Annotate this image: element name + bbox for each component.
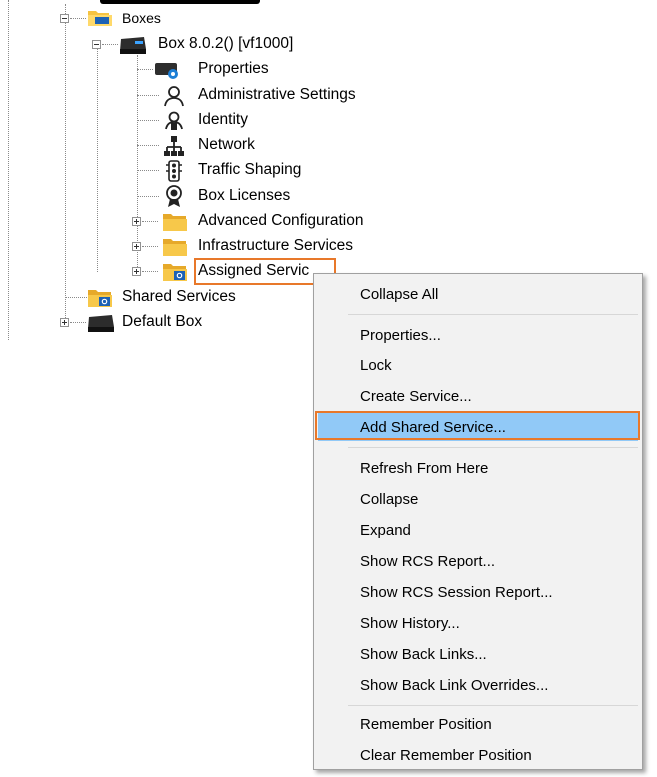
traffic-light-icon <box>165 160 183 182</box>
tree-node-label: Administrative Settings <box>198 86 356 103</box>
tree-guide-line <box>8 0 9 340</box>
tree-node-label: Infrastructure Services <box>198 237 354 254</box>
box-icon <box>118 35 148 55</box>
box-icon <box>86 313 116 333</box>
menu-item-properties[interactable]: Properties... <box>318 321 638 349</box>
tree-connector <box>97 40 98 272</box>
tree-node-label: Boxes <box>122 10 161 26</box>
tree-connector <box>137 170 159 171</box>
expand-toggle[interactable] <box>132 267 141 276</box>
collapse-toggle[interactable] <box>92 40 101 49</box>
tree-node-label: Properties <box>198 60 269 77</box>
tree-connector <box>65 297 87 298</box>
menu-separator <box>348 705 638 706</box>
expand-toggle[interactable] <box>132 242 141 251</box>
folder-service-icon <box>87 287 113 309</box>
menu-separator <box>348 314 638 315</box>
tree-connector <box>137 196 159 197</box>
menu-item-label: Remember Position <box>360 715 492 733</box>
tree-connector <box>142 221 158 222</box>
cut-off-row <box>60 0 340 5</box>
tree-node-label: Identity <box>198 111 248 128</box>
tree-node-label: Advanced Configuration <box>198 212 364 229</box>
tree-node-label: Default Box <box>122 313 203 330</box>
tree-connector <box>142 271 158 272</box>
menu-item-label: Show RCS Session Report... <box>360 583 553 601</box>
tree-node-label: Box Licenses <box>198 187 291 204</box>
menu-item-remember-position[interactable]: Remember Position <box>318 710 638 738</box>
tree-connector <box>137 69 153 70</box>
menu-item-label: Show Back Link Overrides... <box>360 676 549 694</box>
person-icon <box>163 85 185 107</box>
menu-item-label: Show History... <box>360 614 460 632</box>
expand-toggle[interactable] <box>60 318 69 327</box>
tree-connector <box>70 322 86 323</box>
menu-item-expand[interactable]: Expand <box>318 516 638 544</box>
collapse-toggle[interactable] <box>60 14 69 23</box>
menu-item-show-back-links[interactable]: Show Back Links... <box>318 640 638 668</box>
folder-icon <box>162 211 188 233</box>
menu-item-show-back-link-overrides[interactable]: Show Back Link Overrides... <box>318 671 638 699</box>
tree-connector <box>137 95 159 96</box>
properties-gear-icon <box>154 60 180 80</box>
menu-item-label: Expand <box>360 521 411 539</box>
menu-item-label: Lock <box>360 356 392 374</box>
menu-item-label: Collapse <box>360 490 419 508</box>
menu-separator <box>348 447 638 448</box>
menu-item-refresh-from-here[interactable]: Refresh From Here <box>318 454 638 482</box>
tree-connector <box>137 120 159 121</box>
menu-item-label: Refresh From Here <box>360 459 489 477</box>
tree-node-label: Traffic Shaping <box>198 161 302 178</box>
annotation-frame-add-shared-service <box>315 411 640 440</box>
network-icon <box>163 135 185 157</box>
menu-item-show-rcs-session-report[interactable]: Show RCS Session Report... <box>318 578 638 606</box>
menu-item-label: Clear Remember Position <box>360 746 532 764</box>
expand-toggle[interactable] <box>132 217 141 226</box>
folder-icon <box>162 236 188 258</box>
menu-item-show-rcs-report[interactable]: Show RCS Report... <box>318 547 638 575</box>
tree-connector <box>102 44 118 45</box>
license-seal-icon <box>164 185 184 208</box>
menu-item-label: Collapse All <box>360 285 439 303</box>
tree-node-label: Network <box>198 136 255 153</box>
tree-node-label: Shared Services <box>122 288 236 305</box>
tree-connector <box>65 4 66 324</box>
folder-box-icon <box>87 8 113 28</box>
menu-item-collapse-all[interactable]: Collapse All <box>318 280 638 308</box>
tree-node-label: Box 8.0.2() [vf1000] <box>158 35 294 52</box>
tree-connector <box>70 18 86 19</box>
menu-item-label: Show Back Links... <box>360 645 487 663</box>
menu-item-collapse[interactable]: Collapse <box>318 485 638 513</box>
identity-badge-icon <box>163 110 185 132</box>
folder-service-icon <box>162 261 188 283</box>
context-menu: Collapse All Properties... Lock Create S… <box>313 273 643 770</box>
menu-item-label: Create Service... <box>360 387 472 405</box>
menu-item-clear-remember-position[interactable]: Clear Remember Position <box>318 741 638 769</box>
tree-connector <box>137 145 159 146</box>
tree-connector <box>142 246 158 247</box>
menu-item-show-history[interactable]: Show History... <box>318 609 638 637</box>
menu-item-label: Properties... <box>360 326 441 344</box>
menu-item-lock[interactable]: Lock <box>318 351 638 379</box>
menu-item-create-service[interactable]: Create Service... <box>318 382 638 410</box>
menu-item-label: Show RCS Report... <box>360 552 496 570</box>
